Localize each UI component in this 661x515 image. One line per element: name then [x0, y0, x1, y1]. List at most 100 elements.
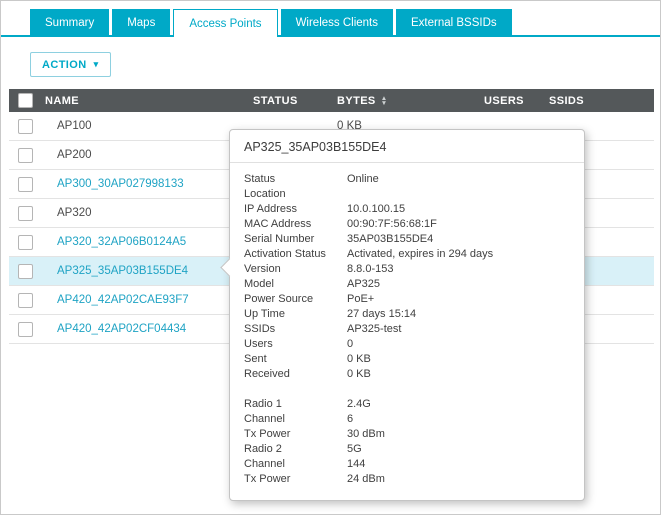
detail-row: IP Address 10.0.100.15	[244, 202, 570, 217]
radio-detail-list: Radio 1 2.4G Channel 6 Tx Power 30 dBm	[244, 397, 570, 487]
popover-title: AP325_35AP03B155DE4	[230, 130, 584, 163]
row-checkbox-cell	[9, 206, 41, 221]
detail-value: Online	[347, 172, 570, 187]
detail-value: PoE+	[347, 292, 570, 307]
row-checkbox-cell	[9, 264, 41, 279]
ap-name-link[interactable]: AP200	[57, 149, 92, 161]
detail-label: Radio 1	[244, 397, 347, 412]
detail-value: 6	[347, 412, 570, 427]
tab-label: Maps	[127, 17, 155, 29]
row-checkbox-cell	[9, 177, 41, 192]
ap-detail-list: Status Online Location IP Address 10.0.1…	[244, 172, 570, 382]
ap-name-link[interactable]: AP420_42AP02CAE93F7	[57, 294, 189, 306]
name-cell: AP300_30AP027998133	[41, 178, 253, 190]
detail-row: Sent 0 KB	[244, 352, 570, 367]
detail-label: Users	[244, 337, 347, 352]
detail-label: MAC Address	[244, 217, 347, 232]
row-checkbox-cell	[9, 148, 41, 163]
ap-name-link[interactable]: AP320_32AP06B0124A5	[57, 236, 186, 248]
detail-value: 10.0.100.15	[347, 202, 570, 217]
detail-label: Serial Number	[244, 232, 347, 247]
row-checkbox[interactable]	[18, 264, 33, 279]
detail-value: 5G	[347, 442, 570, 457]
detail-value: AP325	[347, 277, 570, 292]
detail-row: Radio 1 2.4G	[244, 397, 570, 412]
column-header-bytes[interactable]: BYTES ▲ ▼	[333, 95, 476, 107]
ap-name-link[interactable]: AP100	[57, 120, 92, 132]
detail-label: IP Address	[244, 202, 347, 217]
detail-row: Activation Status Activated, expires in …	[244, 247, 570, 262]
column-header-users[interactable]: USERS	[476, 95, 541, 107]
access-points-page: Summary Maps Access Points Wireless Clie…	[0, 0, 661, 515]
column-header-ssids[interactable]: SSIDS	[541, 95, 654, 107]
detail-label: Model	[244, 277, 347, 292]
row-checkbox[interactable]	[18, 293, 33, 308]
tab[interactable]: Maps	[112, 9, 170, 37]
popover-body: Status Online Location IP Address 10.0.1…	[230, 163, 584, 487]
action-button[interactable]: ACTION ▾	[30, 52, 111, 77]
detail-row: Power Source PoE+	[244, 292, 570, 307]
detail-label: Version	[244, 262, 347, 277]
row-checkbox-cell	[9, 235, 41, 250]
ap-name-link[interactable]: AP325_35AP03B155DE4	[57, 265, 188, 277]
name-cell: AP320	[41, 207, 253, 219]
detail-label: Radio 2	[244, 442, 347, 457]
detail-label: SSIDs	[244, 322, 347, 337]
tab-bar: Summary Maps Access Points Wireless Clie…	[30, 9, 512, 37]
detail-row: Received 0 KB	[244, 367, 570, 382]
row-checkbox[interactable]	[18, 206, 33, 221]
table-header: NAME STATUS BYTES ▲ ▼ USERS SSIDS	[9, 89, 654, 112]
detail-row: Radio 2 5G	[244, 442, 570, 457]
select-all-checkbox[interactable]	[18, 93, 33, 108]
row-checkbox-cell	[9, 322, 41, 337]
row-checkbox[interactable]	[18, 322, 33, 337]
name-cell: AP320_32AP06B0124A5	[41, 236, 253, 248]
tab[interactable]: External BSSIDs	[396, 9, 512, 37]
detail-value	[347, 187, 570, 202]
row-checkbox[interactable]	[18, 148, 33, 163]
name-cell: AP420_42AP02CF04434	[41, 323, 253, 335]
tab-label: External BSSIDs	[411, 17, 497, 29]
ap-name-link[interactable]: AP320	[57, 207, 92, 219]
detail-row: Model AP325	[244, 277, 570, 292]
tab-label: Summary	[45, 17, 94, 29]
detail-value: 27 days 15:14	[347, 307, 570, 322]
tab-label: Access Points	[189, 18, 261, 30]
detail-label: Sent	[244, 352, 347, 367]
detail-row: SSIDs AP325-test	[244, 322, 570, 337]
detail-row: Status Online	[244, 172, 570, 187]
detail-row: MAC Address 00:90:7F:56:68:1F	[244, 217, 570, 232]
tab[interactable]: Access Points	[173, 9, 277, 37]
detail-value: 35AP03B155DE4	[347, 232, 570, 247]
detail-label: Activation Status	[244, 247, 347, 262]
detail-row: Tx Power 24 dBm	[244, 472, 570, 487]
detail-row: Users 0	[244, 337, 570, 352]
sort-icon[interactable]: ▲ ▼	[381, 96, 388, 106]
detail-value: 2.4G	[347, 397, 570, 412]
detail-label: Location	[244, 187, 347, 202]
row-checkbox[interactable]	[18, 177, 33, 192]
column-header-bytes-label: BYTES	[337, 95, 376, 107]
detail-row: Up Time 27 days 15:14	[244, 307, 570, 322]
detail-value: 0 KB	[347, 352, 570, 367]
row-checkbox-cell	[9, 293, 41, 308]
ap-details-popover: AP325_35AP03B155DE4 Status Online Locati…	[229, 129, 585, 501]
tab-label: Wireless Clients	[296, 17, 378, 29]
tab[interactable]: Wireless Clients	[281, 9, 393, 37]
column-header-status[interactable]: STATUS	[253, 95, 333, 107]
detail-row: Channel 6	[244, 412, 570, 427]
name-cell: AP100	[41, 120, 253, 132]
row-checkbox-cell	[9, 119, 41, 134]
chevron-down-icon: ▾	[94, 59, 99, 70]
detail-label: Tx Power	[244, 472, 347, 487]
detail-row: Tx Power 30 dBm	[244, 427, 570, 442]
ap-name-link[interactable]: AP300_30AP027998133	[57, 178, 184, 190]
row-checkbox[interactable]	[18, 235, 33, 250]
tab[interactable]: Summary	[30, 9, 109, 37]
ap-name-link[interactable]: AP420_42AP02CF04434	[57, 323, 186, 335]
row-checkbox[interactable]	[18, 119, 33, 134]
name-cell: AP200	[41, 149, 253, 161]
detail-value: 0 KB	[347, 367, 570, 382]
detail-row: Channel 144	[244, 457, 570, 472]
column-header-name[interactable]: NAME	[41, 95, 253, 107]
